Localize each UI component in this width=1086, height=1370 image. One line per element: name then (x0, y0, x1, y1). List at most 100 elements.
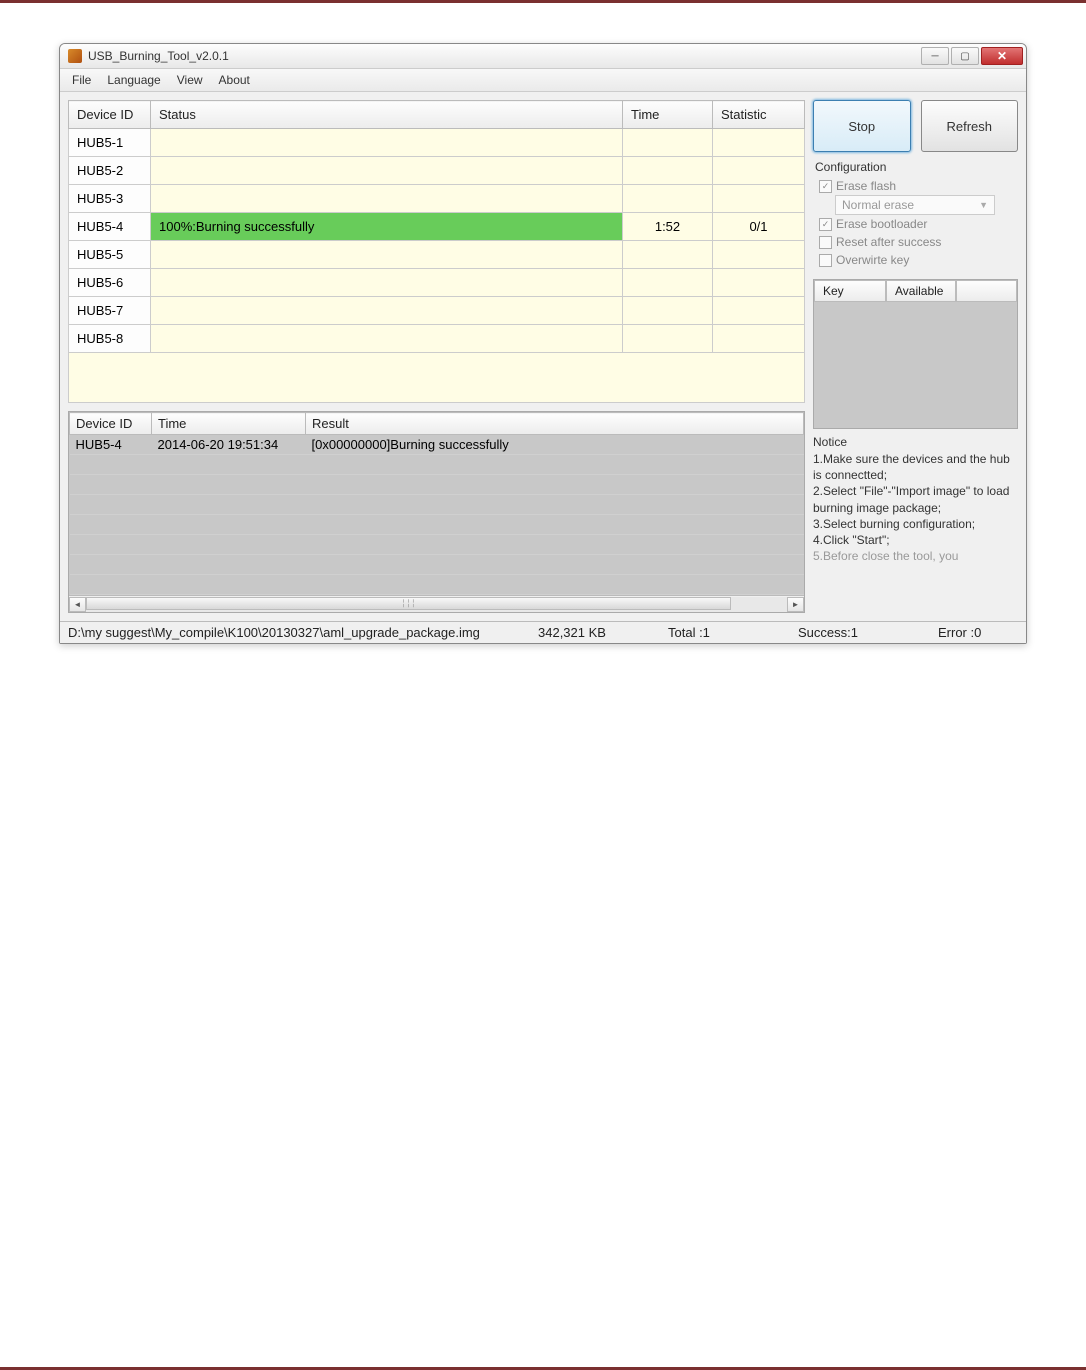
config-title: Configuration (815, 160, 1016, 174)
menu-bar: File Language View About (60, 69, 1026, 92)
window-title: USB_Burning_Tool_v2.0.1 (88, 49, 229, 63)
notice-line-4: 4.Click "Start"; (813, 532, 1018, 548)
notice-line-1: 1.Make sure the devices and the hub is c… (813, 451, 1018, 483)
notice-title: Notice (813, 435, 1018, 449)
time-cell (623, 185, 713, 213)
log-header-time[interactable]: Time (152, 413, 306, 435)
status-cell (151, 157, 623, 185)
status-cell: 100%:Burning successfully (151, 213, 623, 241)
log-row[interactable] (70, 455, 804, 475)
table-row[interactable]: HUB5-1 (69, 129, 805, 157)
log-result-cell (306, 555, 804, 575)
status-success: Success:1 (798, 625, 938, 640)
table-row[interactable]: HUB5-7 (69, 297, 805, 325)
log-row[interactable]: HUB5-42014-06-20 19:51:34[0x00000000]Bur… (70, 435, 804, 455)
scroll-right-icon[interactable]: ► (787, 597, 804, 612)
log-device-cell: HUB5-4 (70, 435, 152, 455)
refresh-button[interactable]: Refresh (921, 100, 1019, 152)
overwrite-key-label: Overwirte key (836, 253, 909, 267)
log-device-cell (70, 475, 152, 495)
log-row[interactable] (70, 515, 804, 535)
horizontal-scrollbar[interactable]: ◄ ╎╎╎ ► (69, 595, 804, 612)
log-result-cell: [0x00000000]Burning successfully (306, 435, 804, 455)
header-device-id[interactable]: Device ID (69, 101, 151, 129)
log-device-cell (70, 495, 152, 515)
key-header-available[interactable]: Available (886, 280, 956, 302)
status-cell (151, 185, 623, 213)
statistic-cell (713, 325, 805, 353)
log-row[interactable] (70, 575, 804, 595)
status-cell (151, 297, 623, 325)
log-row[interactable] (70, 555, 804, 575)
maximize-button[interactable]: ▢ (951, 47, 979, 65)
time-cell (623, 157, 713, 185)
erase-flash-label: Erase flash (836, 179, 896, 193)
statistic-cell (713, 129, 805, 157)
table-row[interactable]: HUB5-8 (69, 325, 805, 353)
log-time-cell (152, 515, 306, 535)
log-time-cell (152, 555, 306, 575)
reset-after-success-label: Reset after success (836, 235, 941, 249)
table-row[interactable]: HUB5-2 (69, 157, 805, 185)
log-header-result[interactable]: Result (306, 413, 804, 435)
log-result-cell (306, 455, 804, 475)
table-row[interactable]: HUB5-5 (69, 241, 805, 269)
menu-view[interactable]: View (171, 71, 209, 89)
device-id-cell: HUB5-1 (69, 129, 151, 157)
menu-file[interactable]: File (66, 71, 97, 89)
time-cell (623, 269, 713, 297)
notice-line-3: 3.Select burning configuration; (813, 516, 1018, 532)
log-time-cell (152, 575, 306, 595)
status-path: D:\my suggest\My_compile\K100\20130327\a… (68, 625, 518, 640)
reset-after-success-checkbox[interactable] (819, 236, 832, 249)
statistic-cell: 0/1 (713, 213, 805, 241)
key-header-key[interactable]: Key (814, 280, 886, 302)
log-time-cell (152, 455, 306, 475)
log-header-device-id[interactable]: Device ID (70, 413, 152, 435)
notice-section: Notice 1.Make sure the devices and the h… (813, 435, 1018, 589)
overwrite-key-checkbox[interactable] (819, 254, 832, 267)
menu-language[interactable]: Language (101, 71, 166, 89)
header-time[interactable]: Time (623, 101, 713, 129)
status-cell (151, 129, 623, 157)
table-row[interactable]: HUB5-4100%:Burning successfully1:520/1 (69, 213, 805, 241)
close-button[interactable]: ✕ (981, 47, 1023, 65)
app-icon (68, 49, 82, 63)
log-row[interactable] (70, 535, 804, 555)
header-status[interactable]: Status (151, 101, 623, 129)
table-row[interactable]: HUB5-3 (69, 185, 805, 213)
device-id-cell: HUB5-4 (69, 213, 151, 241)
header-statistic[interactable]: Statistic (713, 101, 805, 129)
scroll-thumb[interactable]: ╎╎╎ (86, 597, 731, 610)
menu-about[interactable]: About (213, 71, 256, 89)
log-table: Device ID Time Result HUB5-42014-06-20 1… (69, 412, 804, 595)
log-device-cell (70, 535, 152, 555)
log-row[interactable] (70, 475, 804, 495)
erase-mode-select[interactable]: Normal erase ▼ (835, 195, 995, 215)
erase-bootloader-checkbox[interactable]: ✓ (819, 218, 832, 231)
log-time-cell (152, 495, 306, 515)
stop-button[interactable]: Stop (813, 100, 911, 152)
minimize-button[interactable]: ─ (921, 47, 949, 65)
table-row[interactable]: HUB5-6 (69, 269, 805, 297)
log-row[interactable] (70, 495, 804, 515)
erase-flash-checkbox[interactable]: ✓ (819, 180, 832, 193)
log-result-cell (306, 495, 804, 515)
time-cell (623, 325, 713, 353)
log-device-cell (70, 515, 152, 535)
device-id-cell: HUB5-8 (69, 325, 151, 353)
device-id-cell: HUB5-3 (69, 185, 151, 213)
config-section: Configuration ✓ Erase flash Normal erase… (813, 158, 1018, 273)
statistic-cell (713, 185, 805, 213)
scroll-left-icon[interactable]: ◄ (69, 597, 86, 612)
scroll-track[interactable]: ╎╎╎ (86, 597, 787, 612)
log-time-cell (152, 535, 306, 555)
device-table: Device ID Status Time Statistic HUB5-1HU… (68, 100, 805, 353)
status-total: Total :1 (668, 625, 798, 640)
status-cell (151, 325, 623, 353)
log-result-cell (306, 535, 804, 555)
dropdown-icon: ▼ (979, 200, 988, 210)
status-size: 342,321 KB (518, 625, 668, 640)
time-cell (623, 129, 713, 157)
key-panel: Key Available (813, 279, 1018, 429)
